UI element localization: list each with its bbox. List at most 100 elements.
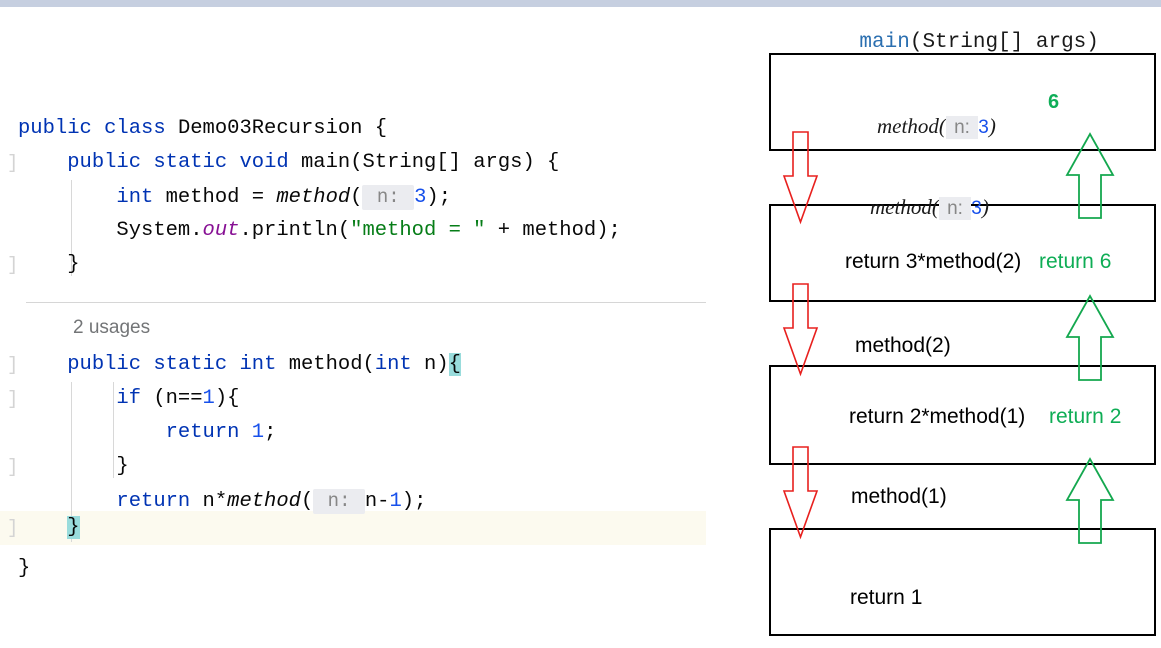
code-line-text: System.out.println("method = " + method)… bbox=[0, 214, 621, 248]
between-label-1-suffix: ) bbox=[981, 195, 989, 219]
code-line[interactable]: int method = method( n: 3); bbox=[0, 180, 730, 214]
code-token: ( bbox=[300, 490, 314, 513]
code-token: n- bbox=[364, 490, 390, 513]
code-token: 3 bbox=[414, 186, 427, 209]
diagram-header-name: main bbox=[859, 31, 910, 54]
code-token: static bbox=[153, 151, 228, 174]
frame-1-call-suffix: ) bbox=[988, 114, 996, 138]
code-section-separator bbox=[26, 302, 706, 303]
code-token: } bbox=[67, 516, 80, 539]
between-label-1-arg: 3 bbox=[971, 198, 982, 219]
code-line-text: } bbox=[0, 552, 30, 586]
code-token: ; bbox=[264, 421, 277, 444]
code-token: ); bbox=[401, 490, 427, 513]
frame-3-body: return 2*method(1) bbox=[849, 405, 1026, 428]
code-line-text: return 1; bbox=[0, 416, 277, 450]
code-token: } bbox=[18, 557, 31, 580]
code-token: method bbox=[276, 186, 351, 209]
code-token: out bbox=[202, 219, 240, 242]
code-token: Demo03Recursion { bbox=[165, 117, 388, 140]
code-token: public bbox=[67, 151, 142, 174]
diagram-header: main(String[] args) bbox=[809, 8, 1099, 77]
code-line-text: } bbox=[0, 248, 80, 282]
code-token: public bbox=[18, 117, 92, 140]
frame-1-call-hint: n: bbox=[945, 116, 979, 139]
code-token: void bbox=[239, 151, 289, 174]
code-token: ( bbox=[362, 353, 375, 376]
code-line[interactable]: public class Demo03Recursion { bbox=[0, 112, 730, 146]
call-arrow-3 bbox=[782, 446, 819, 540]
code-token: method bbox=[288, 353, 363, 376]
code-token: 1 bbox=[389, 490, 402, 513]
code-token: "method = " bbox=[350, 219, 486, 242]
code-token: .println( bbox=[239, 219, 351, 242]
between-label-1-prefix: method( bbox=[870, 195, 939, 219]
between-label-2: method(2) bbox=[855, 334, 951, 357]
code-line-text: } bbox=[0, 450, 129, 484]
code-line[interactable]: System.out.println("method = " + method)… bbox=[0, 214, 730, 248]
code-token: } bbox=[18, 253, 80, 276]
code-token: return bbox=[165, 421, 240, 444]
code-token: method = bbox=[153, 186, 277, 209]
frame-2-return-label: return 6 bbox=[1039, 250, 1112, 273]
code-token: ); bbox=[426, 186, 452, 209]
frame-3-return-label: return 2 bbox=[1049, 405, 1122, 428]
code-editor-pane[interactable]: 2 usages public class Demo03Recursion {]… bbox=[0, 7, 730, 648]
code-token: class bbox=[104, 117, 166, 140]
recursion-call-stack-diagram: main(String[] args) method( n: 3) 6 meth… bbox=[731, 0, 1161, 648]
code-line[interactable]: } bbox=[0, 248, 730, 282]
frame-1-call-label: method( n: 3) bbox=[856, 89, 996, 164]
usages-indicator[interactable]: 2 usages bbox=[73, 317, 150, 339]
code-line[interactable]: } bbox=[0, 511, 730, 545]
diagram-header-params: (String[] args) bbox=[909, 31, 1099, 54]
code-token: int bbox=[374, 353, 412, 376]
code-token: { bbox=[448, 353, 461, 376]
code-token: } bbox=[18, 455, 129, 478]
return-arrow-3 bbox=[1065, 457, 1115, 544]
code-token: (n== bbox=[141, 387, 203, 410]
code-token: ){ bbox=[214, 387, 240, 410]
code-line[interactable]: public static int method(int n){ bbox=[0, 348, 730, 382]
code-token: main bbox=[301, 151, 351, 174]
code-line[interactable]: } bbox=[0, 450, 730, 484]
between-label-1-hint: n: bbox=[938, 197, 972, 220]
code-line-text: public static int method(int n){ bbox=[0, 348, 461, 382]
code-token: n) bbox=[411, 353, 449, 376]
code-token: public bbox=[67, 353, 142, 376]
between-label-1: method( n: 3) bbox=[849, 170, 989, 245]
frame-4-body: return 1 bbox=[850, 586, 923, 609]
code-token: System. bbox=[18, 219, 203, 242]
code-line-text: public static void main(String[] args) { bbox=[0, 146, 559, 180]
code-token: int bbox=[239, 353, 277, 376]
code-line[interactable]: if (n==1){ bbox=[0, 382, 730, 416]
call-arrow-2 bbox=[782, 283, 819, 377]
code-token: return bbox=[116, 490, 191, 513]
code-line[interactable]: return 1; bbox=[0, 416, 730, 450]
frame-1-result-value: 6 bbox=[1048, 91, 1060, 113]
code-line-text: if (n==1){ bbox=[0, 382, 239, 416]
between-label-3: method(1) bbox=[851, 485, 947, 508]
frame-1-call-arg: 3 bbox=[978, 117, 989, 138]
code-token: n* bbox=[190, 490, 228, 513]
stack-frame-box-4 bbox=[769, 528, 1156, 636]
code-line-text: } bbox=[0, 511, 80, 545]
code-token: method bbox=[227, 490, 301, 513]
return-arrow-2 bbox=[1065, 294, 1115, 381]
code-token: int bbox=[116, 186, 154, 209]
code-token: + method); bbox=[485, 219, 621, 242]
code-line[interactable]: } bbox=[0, 552, 730, 586]
code-line[interactable]: public static void main(String[] args) { bbox=[0, 146, 730, 180]
call-arrow-1 bbox=[782, 131, 819, 225]
